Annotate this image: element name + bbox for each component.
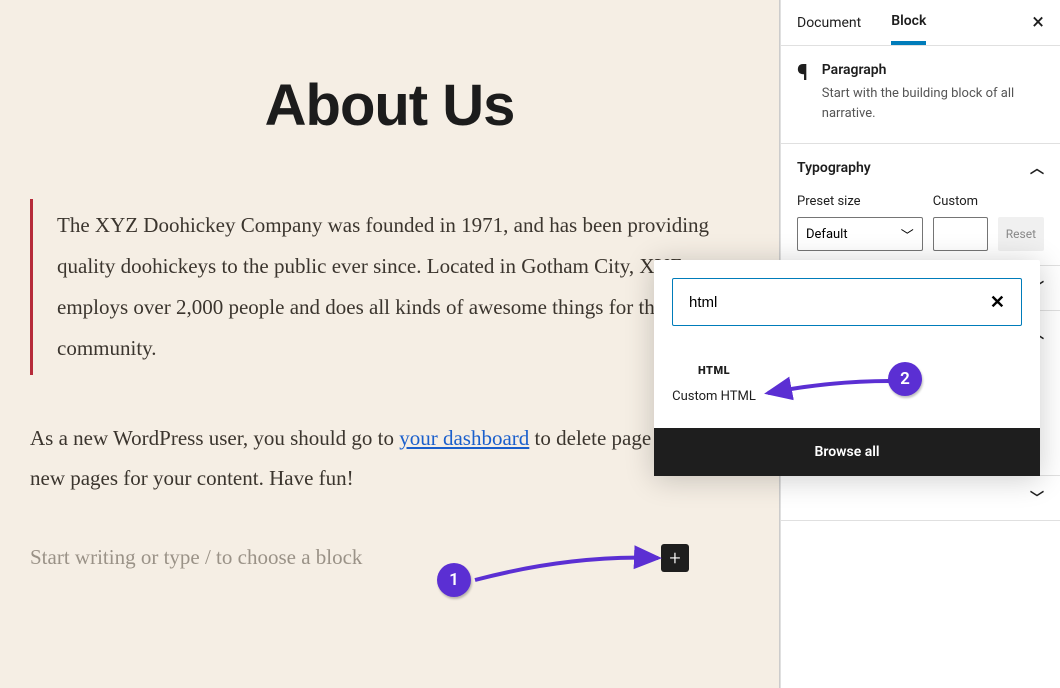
preset-size-select[interactable]: Default ﹀	[797, 217, 923, 251]
annotation-arrow-1	[470, 550, 670, 590]
page-title[interactable]: About Us	[0, 72, 779, 139]
annotation-badge-1: 1	[437, 563, 471, 597]
plus-icon: +	[669, 546, 680, 570]
paragraph-block[interactable]: As a new WordPress user, you should go t…	[30, 419, 749, 499]
tab-document[interactable]: Document	[797, 3, 861, 43]
close-sidebar-button[interactable]: ×	[1032, 10, 1044, 35]
inserter-result-label: Custom HTML	[672, 389, 756, 404]
chevron-down-icon: ﹀	[1030, 488, 1044, 508]
inserter-search-input[interactable]	[689, 294, 969, 311]
typography-title: Typography	[797, 160, 871, 176]
quote-block[interactable]: The XYZ Doohickey Company was founded in…	[30, 199, 749, 375]
custom-size-input[interactable]	[933, 217, 988, 251]
chevron-down-icon: ﹀	[901, 225, 914, 244]
clear-search-button[interactable]: ✕	[990, 292, 1005, 313]
block-name: Paragraph	[822, 62, 1044, 78]
close-icon: ✕	[990, 292, 1005, 313]
inserter-search: ✕	[672, 278, 1022, 326]
chevron-up-icon: ︿	[1030, 158, 1044, 178]
typography-panel: Typography ︿ Preset size Default ﹀ Custo…	[781, 143, 1060, 265]
annotation-badge-2: 2	[888, 362, 922, 396]
reset-size-button[interactable]: Reset	[998, 217, 1044, 251]
annotation-arrow-2	[760, 375, 900, 405]
paragraph-text: As a new WordPress user, you should go t…	[30, 426, 399, 450]
tab-block[interactable]: Block	[891, 1, 926, 45]
browse-all-button[interactable]: Browse all	[654, 428, 1040, 476]
preset-size-value: Default	[806, 227, 848, 242]
dashboard-link[interactable]: your dashboard	[399, 426, 529, 450]
custom-size-label: Custom	[933, 194, 988, 209]
html-block-icon: HTML	[698, 364, 730, 377]
panel-label-hidden	[797, 490, 800, 506]
block-description: Start with the building block of all nar…	[822, 84, 1044, 123]
block-card: ¶ Paragraph Start with the building bloc…	[781, 46, 1060, 143]
preset-size-label: Preset size	[797, 194, 923, 209]
block-placeholder[interactable]: Start writing or type / to choose a bloc…	[30, 545, 362, 570]
block-inserter-popover: ✕ HTML Custom HTML Browse all	[654, 260, 1040, 476]
typography-toggle[interactable]: Typography ︿	[797, 158, 1044, 178]
sidebar-tabs: Document Block ×	[781, 0, 1060, 46]
close-icon: ×	[1032, 10, 1044, 35]
paragraph-icon: ¶	[797, 62, 808, 123]
collapsed-panel-3[interactable]: ﹀	[781, 475, 1060, 521]
inserter-result-custom-html[interactable]: HTML Custom HTML	[654, 344, 774, 428]
